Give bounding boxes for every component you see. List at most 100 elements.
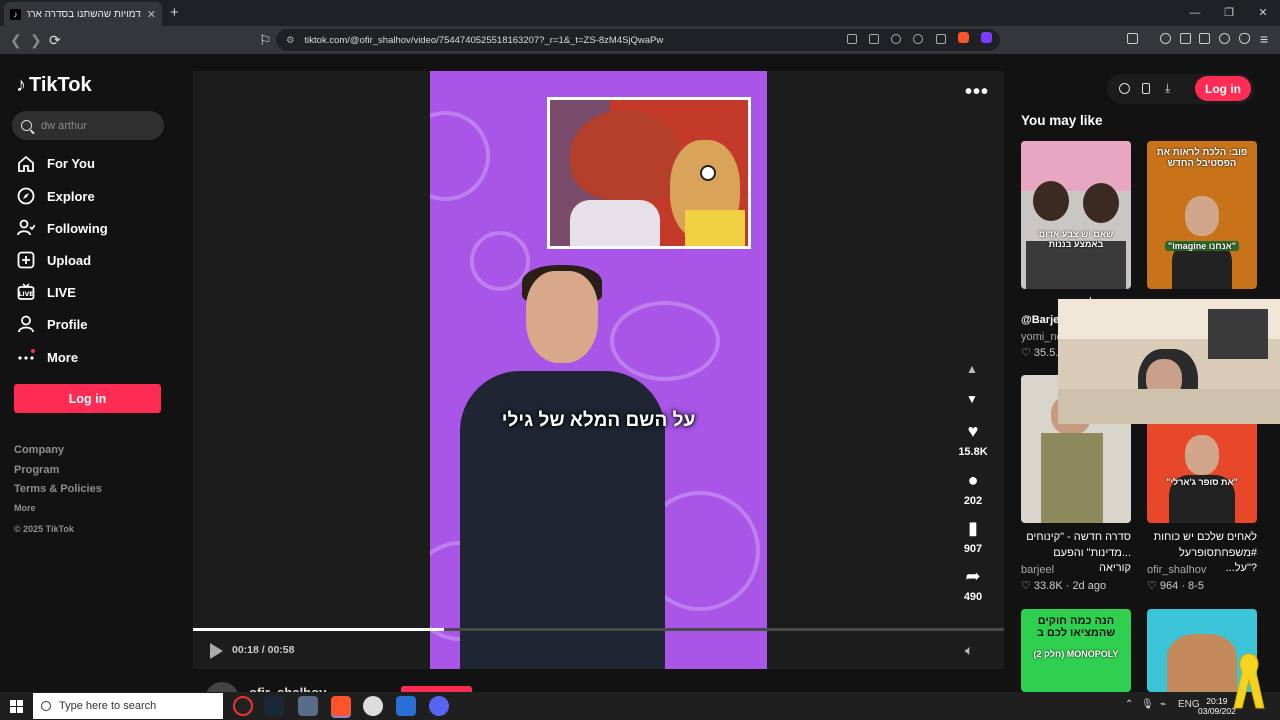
volume-icon[interactable]: 🔈︎ <box>965 642 973 659</box>
bookmark-icon[interactable]: ⚐ <box>259 32 272 49</box>
share-button[interactable]: ➦ 490 <box>958 565 988 603</box>
suggested-video-author[interactable]: barjeel <box>1021 564 1054 576</box>
comment-count: 202 <box>963 495 983 507</box>
music-icon[interactable] <box>1160 33 1171 44</box>
download-icon[interactable]: ⤓ <box>1165 81 1170 96</box>
wallet-icon[interactable] <box>1199 33 1210 44</box>
language-indicator[interactable]: ENG <box>1178 699 1200 710</box>
browser-tab-bar: ♪ דמויות שהשתנו בסדרה ארתור | ♫ ✕ + — ❐ … <box>0 0 1280 26</box>
discord-icon[interactable] <box>429 696 449 716</box>
footer-link-program[interactable]: Program <box>14 464 59 476</box>
logo-text: TikTok <box>29 74 92 96</box>
app-icon[interactable] <box>396 696 416 716</box>
clock-date: 03/09/202 <box>1198 706 1236 716</box>
sidebar-toggle-icon[interactable] <box>1127 33 1138 44</box>
nav-label: LIVE <box>47 284 76 300</box>
taskbar-search[interactable]: Type here to search <box>33 693 223 719</box>
speed-icon[interactable] <box>913 34 923 44</box>
close-window-button[interactable]: ✕ <box>1246 0 1280 26</box>
search-placeholder: dw arthur <box>41 119 87 132</box>
decor-shape <box>470 231 530 291</box>
share-icon[interactable] <box>936 34 946 44</box>
cast-icon[interactable] <box>869 34 879 44</box>
mobile-icon[interactable] <box>1142 83 1150 94</box>
new-tab-button[interactable]: + <box>170 4 179 21</box>
back-icon[interactable]: ❮ <box>10 32 22 49</box>
you-may-like-title: You may like <box>1021 113 1103 128</box>
tray-expand-icon[interactable]: ⌃ <box>1125 699 1133 710</box>
window-controls: — ❐ ✕ <box>1178 0 1280 26</box>
app-icon[interactable] <box>233 696 253 716</box>
like-button[interactable]: ♥ 15.8K <box>958 420 988 458</box>
restore-button[interactable]: ❐ <box>1212 0 1246 26</box>
leo-ai-icon[interactable] <box>1219 33 1230 44</box>
nav-live[interactable]: LIVE LIVE <box>16 280 176 304</box>
steam-icon[interactable] <box>264 696 284 716</box>
home-icon <box>16 154 36 172</box>
video-progress-bar[interactable] <box>193 628 1004 631</box>
nav-upload[interactable]: Upload <box>16 248 176 272</box>
tiktok-favicon-icon: ♪ <box>10 8 21 20</box>
more-options-icon[interactable]: ••• <box>965 81 989 104</box>
footer-link-company[interactable]: Company <box>14 444 64 456</box>
clock-time: 20:19 <box>1206 696 1228 706</box>
browser-tab[interactable]: ♪ דמויות שהשתנו בסדרה ארתור | ♫ ✕ <box>4 2 162 26</box>
url-text: tiktok.com/@ofir_shalhov/video/754474052… <box>304 34 664 46</box>
zoom-icon[interactable] <box>891 34 901 44</box>
footer-more-link[interactable]: More <box>14 503 36 513</box>
menu-icon[interactable]: ≡ <box>1260 31 1268 47</box>
windows-start-icon[interactable] <box>10 700 23 713</box>
live-icon: LIVE <box>16 283 36 301</box>
play-icon[interactable] <box>210 643 223 659</box>
tab-close-icon[interactable]: ✕ <box>147 8 156 21</box>
coin-icon[interactable] <box>1119 83 1130 94</box>
nav-profile[interactable]: Profile <box>16 312 176 336</box>
address-bar[interactable]: ⚙ tiktok.com/@ofir_shalhov/video/7544740… <box>276 29 1000 51</box>
reload-icon[interactable]: ⟳ <box>49 32 61 49</box>
nav-label: Explore <box>47 188 95 204</box>
app-icon[interactable] <box>363 696 383 716</box>
search-input[interactable]: dw arthur <box>12 111 164 140</box>
thumbnail-subtitle: MONOPOLY (חלק 2) <box>1033 649 1119 659</box>
windows-taskbar: Type here to search ⌃ 🎙︎ ⌁ ENG 20:19 03/… <box>0 692 1280 720</box>
save-button[interactable]: ▮ 907 <box>958 517 988 555</box>
header-login-button[interactable]: Log in <box>1195 76 1251 101</box>
heart-icon: ♡ <box>1021 580 1034 592</box>
next-video-icon[interactable]: ▼ <box>966 392 978 406</box>
tiktok-logo[interactable]: ♪ TikTok <box>16 74 92 97</box>
nav-explore[interactable]: Explore <box>16 184 176 208</box>
previous-video-icon[interactable]: ▲ <box>966 362 978 376</box>
decor-shape <box>430 111 490 201</box>
suggested-video-thumbnail[interactable]: שאם יש צבע אדום באמצע בננות <box>1021 141 1131 289</box>
reader-mode-icon[interactable] <box>847 34 857 44</box>
footer-link-terms[interactable]: Terms & Policies <box>14 483 102 495</box>
suggested-video-thumbnail[interactable]: הנה כמה חוקים שהמציאו לכם ב MONOPOLY (חל… <box>1021 609 1131 692</box>
video-frame[interactable]: על השם המלא של גילי <box>430 71 767 669</box>
nav-more[interactable]: More <box>16 345 176 369</box>
vpn-icon[interactable] <box>1239 33 1250 44</box>
thumbnail-text: "את סופר ג'ארלי" <box>1166 477 1238 487</box>
brave-shields-icon[interactable] <box>958 32 969 43</box>
suggested-video-author[interactable]: ofir_shalhov <box>1147 564 1206 576</box>
microphone-icon[interactable]: 🎙︎ <box>1141 699 1154 710</box>
suggested-video-thumbnail[interactable]: פוב: הלכת לראות את הפסטיבל החדש "אנחנו i… <box>1147 141 1257 289</box>
comment-button[interactable]: ● 202 <box>958 469 988 507</box>
minimize-button[interactable]: — <box>1178 0 1212 26</box>
taskbar-clock[interactable]: 20:19 03/09/202 <box>1198 696 1236 716</box>
reading-list-icon[interactable] <box>1180 33 1191 44</box>
share-count: 490 <box>963 591 983 603</box>
site-info-icon[interactable]: ⚙ <box>286 35 295 46</box>
cartoon-image <box>550 100 748 246</box>
nav-following[interactable]: Following <box>16 216 176 240</box>
like-count: 15.8K <box>958 446 988 458</box>
search-icon <box>41 701 51 711</box>
app-icon[interactable] <box>298 696 318 716</box>
forward-icon[interactable]: ❯ <box>30 32 42 49</box>
likes-value: 964 · 8-5 <box>1159 580 1204 592</box>
sidebar-login-button[interactable]: Log in <box>14 384 161 413</box>
nav-label: Profile <box>47 316 88 332</box>
nav-for-you[interactable]: For You <box>16 151 176 175</box>
brave-rewards-icon[interactable] <box>981 32 992 43</box>
network-icon[interactable]: ⌁ <box>1160 699 1166 710</box>
brave-icon[interactable] <box>331 696 351 716</box>
